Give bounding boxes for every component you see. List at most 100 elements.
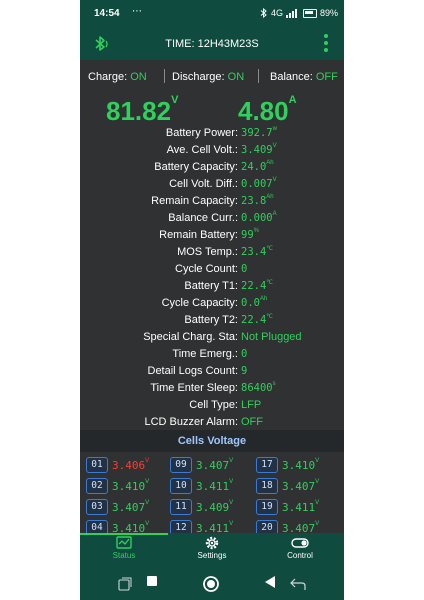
param-row: Cycle Capacity: 0.0Ah: [80, 295, 344, 312]
discharge-status: Discharge: ON: [172, 71, 245, 83]
param-value: 3.409V: [241, 143, 277, 156]
cell-number-badge: 10: [170, 478, 192, 494]
tab-status[interactable]: Status: [80, 535, 168, 560]
cell-voltage-grid: 01 3.406V 09 3.407V 17 3.410V 02 3.410V 10 3.411V…: [80, 453, 344, 533]
battery-percent: 89%: [319, 8, 338, 18]
cell-voltage-value: 3.407V: [112, 499, 150, 514]
param-value: 22.4℃: [241, 280, 274, 292]
param-value: 23.8Ah: [241, 194, 274, 207]
cell-voltage-value: 3.407V: [282, 520, 320, 533]
cell-voltage-item: 17 3.410V: [256, 457, 319, 473]
param-row: Time Enter Sleep: 86400s: [80, 380, 344, 397]
cell-voltage-value: 3.410V: [112, 520, 150, 533]
param-row: MOS Temp.: 23.4℃: [80, 244, 344, 261]
cell-number-badge: 11: [170, 499, 192, 515]
back-icon[interactable]: [290, 577, 306, 591]
charge-value: ON: [130, 71, 147, 83]
param-label: Battery T2:: [184, 314, 238, 326]
cell-voltage-item: 12 3.411V: [170, 520, 233, 533]
param-value: 9: [241, 365, 248, 377]
param-row: Special Charg. Sta: Not Plugged: [80, 329, 344, 346]
system-status-bar: 14:54 ⋯ 4G 89%: [80, 0, 344, 28]
cell-voltage-value: 3.410V: [112, 478, 150, 493]
tab-control[interactable]: Control: [256, 535, 344, 560]
cell-voltage-value: 3.410V: [282, 457, 320, 472]
cell-number-badge: 04: [86, 520, 108, 533]
cell-voltage-item: 11 3.409V: [170, 499, 233, 515]
param-label: Battery Power:: [165, 127, 238, 139]
param-row: Detail Logs Count: 9: [80, 363, 344, 380]
param-value: 392.7w: [241, 126, 277, 139]
parameter-list: Battery Power: 392.7w Ave. Cell Volt.: 3.40…: [80, 125, 344, 431]
stop-icon[interactable]: [146, 575, 158, 587]
total-current: 4.80A: [238, 94, 297, 126]
cell-voltage-item: 09 3.407V: [170, 457, 233, 473]
cell-voltage-value: 3.409V: [196, 499, 234, 514]
param-label: Remain Battery:: [159, 229, 238, 241]
param-row: Balance Curr.: 0.000A: [80, 210, 344, 227]
param-row: Battery Capacity: 24.0Ah: [80, 159, 344, 176]
param-row: Cell Volt. Diff.: 0.007V: [80, 176, 344, 193]
param-label: Remain Capacity:: [151, 195, 238, 207]
network-type: 4G: [270, 8, 283, 18]
status-icons: 4G 89%: [260, 8, 338, 18]
cell-number-badge: 12: [170, 520, 192, 533]
param-row: Remain Capacity: 23.8Ah: [80, 193, 344, 210]
param-value: 22.4℃: [241, 314, 274, 326]
home-icon[interactable]: [202, 575, 220, 593]
cell-voltage-item: 04 3.410V: [86, 520, 149, 533]
recent-apps-icon[interactable]: [118, 577, 132, 591]
cell-voltage-value: 3.411V: [196, 478, 234, 493]
balance-value: OFF: [315, 71, 338, 83]
cell-number-badge: 18: [256, 478, 278, 494]
charge-status: Charge: ON: [88, 71, 147, 83]
battery-icon: [302, 8, 317, 18]
status-chart-icon: [116, 536, 132, 549]
toggle-icon: [291, 538, 309, 548]
cell-number-badge: 01: [86, 457, 108, 473]
param-label: MOS Temp.:: [177, 246, 238, 258]
param-row: Remain Battery: 99%: [80, 227, 344, 244]
param-label: Cycle Count:: [175, 263, 238, 275]
system-navigation-bar: [80, 567, 344, 600]
param-label: Battery Capacity:: [154, 161, 238, 173]
param-value: 24.0Ah: [241, 160, 274, 173]
param-value: Not Plugged: [241, 331, 302, 343]
balance-status: Balance: OFF: [270, 71, 338, 83]
param-value: 0.0Ah: [241, 296, 268, 309]
param-row: Time Emerg.: 0: [80, 346, 344, 363]
param-label: Cell Volt. Diff.:: [169, 178, 238, 190]
discharge-value: ON: [227, 71, 245, 83]
param-value: 23.4℃: [241, 246, 274, 258]
cells-voltage-title: Cells Voltage: [80, 430, 344, 452]
cell-voltage-item: 03 3.407V: [86, 499, 149, 515]
param-row: Battery T1: 22.4℃: [80, 278, 344, 295]
param-label: Cell Type:: [189, 399, 238, 411]
total-voltage: 81.82V: [106, 94, 179, 126]
param-label: Time Emerg.:: [172, 348, 238, 360]
overflow-menu-icon[interactable]: [324, 34, 330, 55]
param-value: LFP: [241, 399, 262, 411]
cell-voltage-value: 3.411V: [282, 499, 320, 514]
cell-voltage-value: 3.407V: [282, 478, 320, 493]
cell-number-badge: 09: [170, 457, 192, 473]
cell-number-badge: 19: [256, 499, 278, 515]
cell-voltage-item: 01 3.406V: [86, 457, 149, 473]
param-row: Cycle Count: 0: [80, 261, 344, 278]
gear-icon: [205, 536, 219, 550]
app-bar: TIME: 12H43M23S: [80, 28, 344, 60]
cell-number-badge: 03: [86, 499, 108, 515]
param-row: Battery Power: 392.7w: [80, 125, 344, 142]
param-row: Battery T2: 22.4℃: [80, 312, 344, 329]
param-row: Cell Type: LFP: [80, 397, 344, 414]
bottom-tab-bar: Status Settings Control: [80, 533, 344, 567]
signal-icon: [285, 8, 297, 18]
param-label: Detail Logs Count:: [147, 365, 239, 377]
divider: [258, 69, 259, 83]
param-value: OFF: [241, 416, 263, 428]
tab-settings[interactable]: Settings: [168, 535, 256, 560]
back-triangle-icon[interactable]: [264, 575, 276, 589]
cell-number-badge: 20: [256, 520, 278, 533]
param-value: 0.000A: [241, 211, 277, 224]
bluetooth-status-icon: [260, 8, 267, 18]
